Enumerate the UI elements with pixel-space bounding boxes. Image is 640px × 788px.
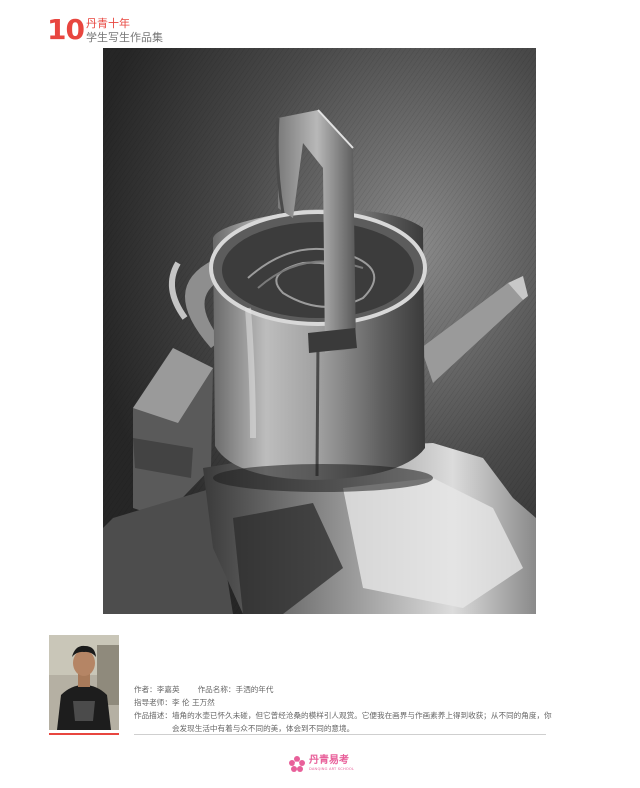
flower-icon xyxy=(289,756,305,772)
artwork-image xyxy=(103,48,536,614)
logo-subtitle: 学生写生作品集 xyxy=(86,31,163,44)
description-text: 墙角的水壶已怀久未碰，但它曾经沧桑的模样引人观赏。它便我在画界与作画素养上得到收… xyxy=(171,711,552,733)
logo-number: 10 xyxy=(47,13,85,46)
author-info: 作者：李嘉英 作品名称：手洒的年代 指导老师：李 伦 王万然 作品描述： 墙角的水壶… xyxy=(134,683,554,735)
teacher-label: 指导老师： xyxy=(134,698,172,707)
brand-logo: 丹青易考 DANQING ART SCHOOL xyxy=(288,754,358,778)
author-name: 李嘉英 xyxy=(156,685,180,694)
info-divider xyxy=(134,734,546,735)
photo-underline xyxy=(49,733,119,735)
author-label: 作者： xyxy=(134,685,157,694)
logo-title: 丹青十年 xyxy=(86,17,130,30)
brand-subtitle: DANQING ART SCHOOL xyxy=(309,767,355,771)
teacher-names: 李 伦 王万然 xyxy=(171,698,215,707)
brand-name: 丹青易考 xyxy=(309,755,349,766)
header-logo: 10 丹青十年 学生写生作品集 xyxy=(47,15,207,47)
description-label: 作品描述： xyxy=(134,711,172,720)
artwork-title: 手洒的年代 xyxy=(235,685,274,694)
author-photo xyxy=(49,635,119,730)
teacher-row: 指导老师：李 伦 王万然 xyxy=(134,696,554,709)
author-row: 作者：李嘉英 作品名称：手洒的年代 xyxy=(134,683,554,696)
description-row: 作品描述： 墙角的水壶已怀久未碰，但它曾经沧桑的模样引人观赏。它便我在画界与作画素… xyxy=(134,709,554,735)
title-label: 作品名称： xyxy=(197,685,236,694)
